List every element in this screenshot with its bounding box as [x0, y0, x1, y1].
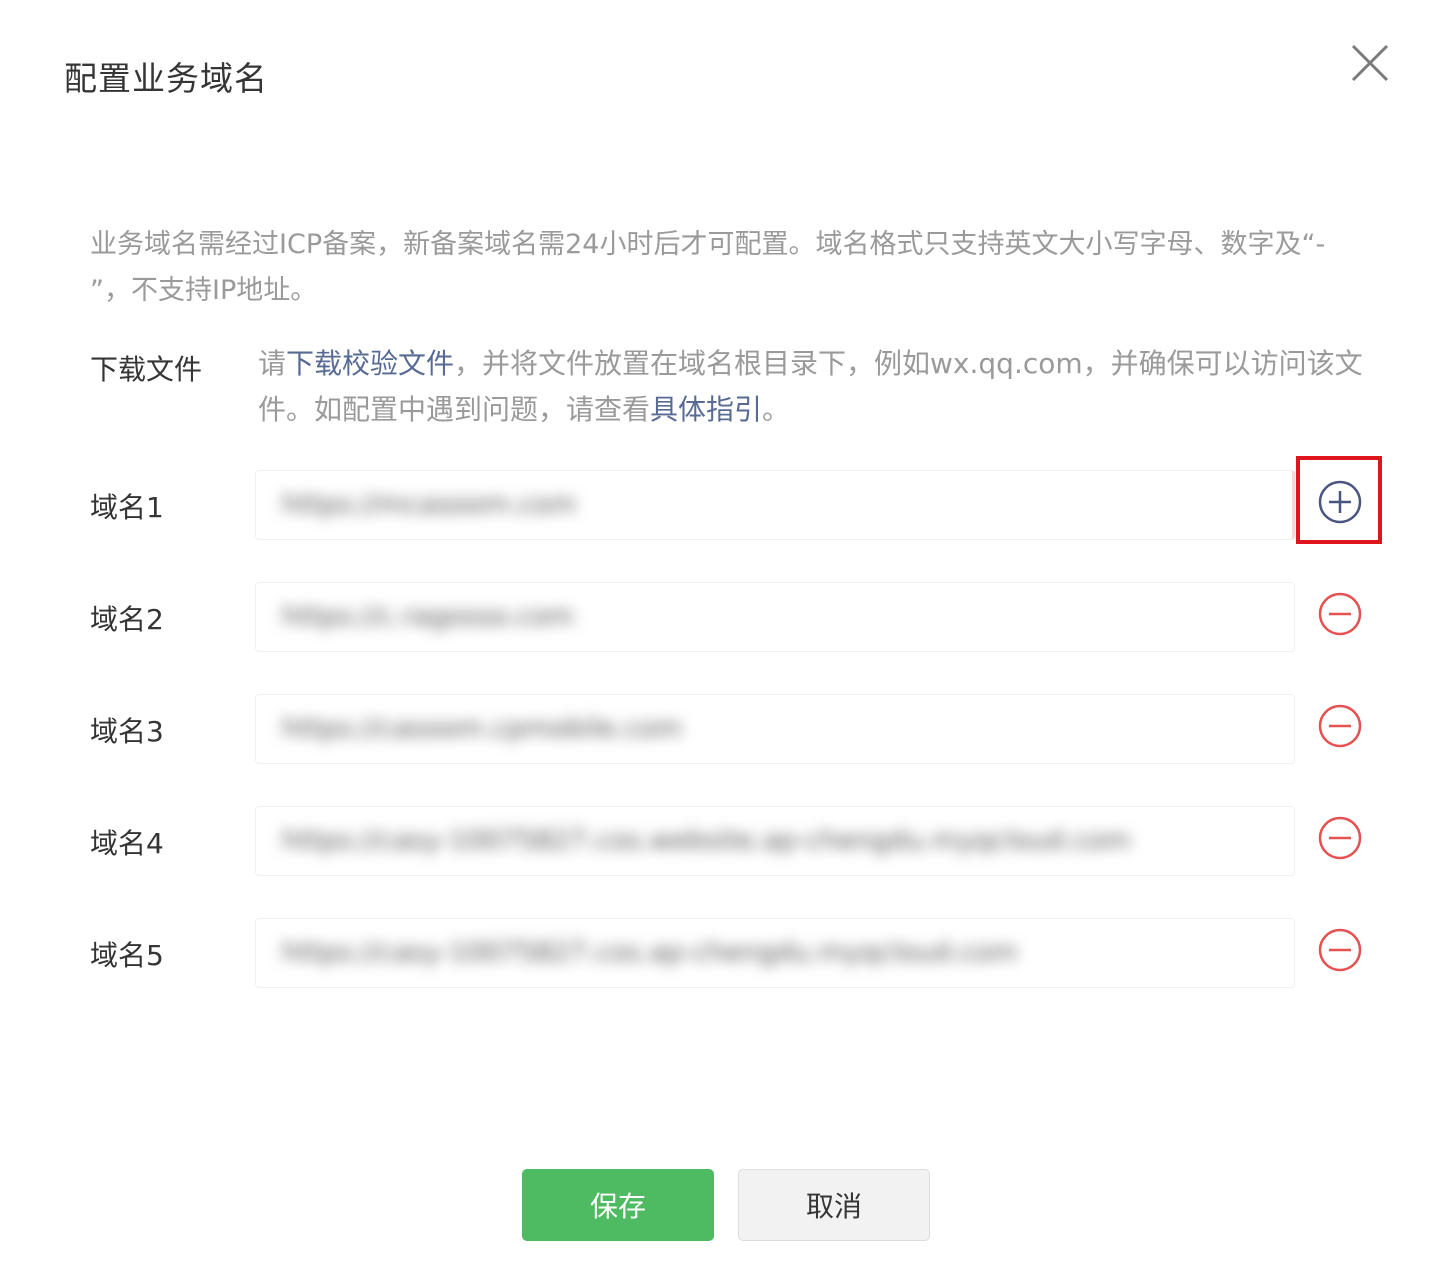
config-domain-dialog: 配置业务域名 业务域名需经过ICP备案，新备案域名需24小时后才可配置。域名格式…	[0, 0, 1444, 1282]
highlight-box	[1296, 456, 1382, 544]
download-verify-file-link[interactable]: 下载校验文件	[286, 347, 454, 380]
cancel-button[interactable]: 取消	[738, 1169, 930, 1241]
domain-value-3: https://casoom.cpmobile.com	[282, 713, 682, 744]
download-label: 下载文件	[90, 353, 203, 386]
domain-input-1[interactable]: https://mcasoom.com	[255, 470, 1295, 540]
domain-input-3[interactable]: https://casoom.cpmobile.com	[255, 694, 1295, 764]
download-prefix: 请	[258, 347, 287, 380]
minus-circle-icon[interactable]	[1318, 704, 1362, 748]
domain-label-5: 域名5	[90, 939, 164, 972]
save-button[interactable]: 保存	[522, 1169, 714, 1241]
close-icon[interactable]	[1345, 38, 1395, 88]
domain-label-2: 域名2	[90, 603, 164, 636]
domain-value-5: https://casy-10075827.cos.ap-chengdu.myq…	[282, 937, 1018, 968]
download-description: 请下载校验文件，并将文件放置在域名根目录下，例如wx.qq.com，并确保可以访…	[258, 341, 1368, 433]
domain-value-1: https://mcasoom.com	[282, 489, 577, 520]
domain-input-2[interactable]: https://c.ragosso.com	[255, 582, 1295, 652]
domain-label-3: 域名3	[90, 715, 164, 748]
domain-input-5[interactable]: https://casy-10075827.cos.ap-chengdu.myq…	[255, 918, 1295, 988]
domain-label-4: 域名4	[90, 827, 164, 860]
guide-link[interactable]: 具体指引	[650, 393, 762, 426]
download-suffix: 。	[762, 393, 791, 426]
notice-text: 业务域名需经过ICP备案，新备案域名需24小时后才可配置。域名格式只支持英文大小…	[90, 229, 1326, 306]
domain-value-4: https://casy-10075827.cos.website.ap-che…	[282, 825, 1131, 856]
dialog-title: 配置业务域名	[64, 59, 268, 98]
domain-label-1: 域名1	[90, 491, 164, 524]
minus-circle-icon[interactable]	[1318, 592, 1362, 636]
minus-circle-icon[interactable]	[1318, 816, 1362, 860]
minus-circle-icon[interactable]	[1318, 928, 1362, 972]
domain-value-2: https://c.ragosso.com	[282, 601, 574, 632]
domain-input-4[interactable]: https://casy-10075827.cos.website.ap-che…	[255, 806, 1295, 876]
